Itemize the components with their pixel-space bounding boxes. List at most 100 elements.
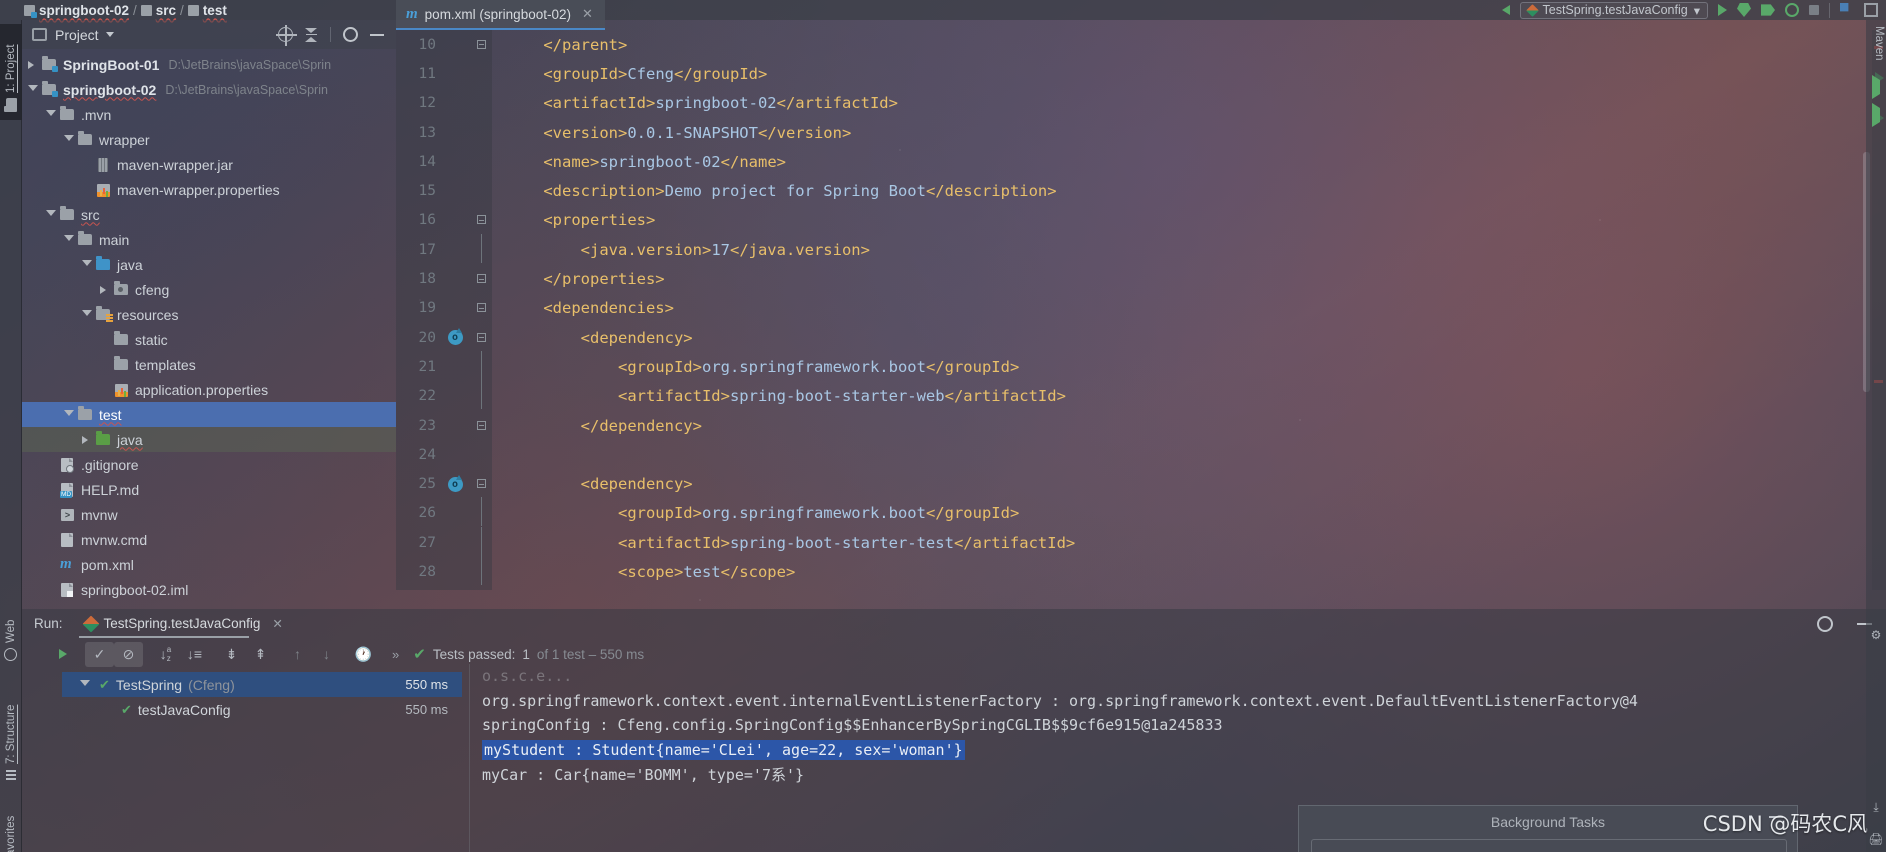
tree-node-springboot-02[interactable]: springboot-02 D:\JetBrains\javaSpace\Spri… bbox=[22, 77, 396, 102]
fold-marker[interactable] bbox=[470, 380, 492, 412]
background-tasks-field[interactable] bbox=[1311, 839, 1787, 852]
code-line[interactable]: 14 <name>springboot-02</name> bbox=[396, 147, 1886, 176]
chevron-down-icon[interactable] bbox=[46, 109, 59, 120]
code-line[interactable]: 24 bbox=[396, 440, 1886, 469]
fold-marker[interactable] bbox=[470, 526, 492, 559]
code-line[interactable]: 19 <dependencies> bbox=[396, 294, 1886, 323]
fold-marker[interactable] bbox=[470, 272, 492, 286]
fold-marker[interactable] bbox=[470, 497, 492, 529]
chevron-down-icon[interactable] bbox=[64, 409, 77, 420]
close-icon[interactable]: ✕ bbox=[582, 6, 593, 22]
history-icon[interactable]: 🕐 bbox=[349, 642, 378, 667]
collapse-all-icon[interactable]: ⇞ bbox=[246, 642, 275, 667]
run-tab[interactable]: TestSpring.testJavaConfig ✕ bbox=[77, 615, 291, 638]
code-line[interactable]: 13 <version>0.0.1-SNAPSHOT</version> bbox=[396, 118, 1886, 147]
fold-marker[interactable] bbox=[470, 477, 492, 491]
editor-tab-pom-xml[interactable]: m pom.xml (springboot-02) ✕ bbox=[396, 0, 605, 30]
test-results-tree[interactable]: ✔ TestSpring (Cfeng) 550 ms ✔ testJavaConfig 5… bbox=[62, 672, 462, 852]
sidebar-item-project[interactable]: 1: Project bbox=[0, 24, 22, 120]
sidebar-item-structure[interactable]: 7: Structure bbox=[0, 680, 22, 784]
tree-node-resources[interactable]: resources bbox=[22, 302, 396, 327]
chevron-down-icon[interactable] bbox=[80, 679, 93, 690]
code-line[interactable]: 18 </properties> bbox=[396, 264, 1886, 293]
collapse-all-icon[interactable] bbox=[305, 27, 318, 42]
code-line[interactable]: 22 <artifactId>spring-boot-starter-web</… bbox=[396, 380, 1886, 412]
sort-duration-icon[interactable]: ↓≡ bbox=[180, 642, 209, 667]
tree-node-help-md[interactable]: MD HELP.md bbox=[22, 477, 396, 502]
tree-node-cfeng[interactable]: cfeng bbox=[22, 277, 396, 302]
tree-node-external-libraries[interactable]: External Libraries bbox=[22, 602, 396, 609]
tree-node-maven-wrapper-properties[interactable]: maven-wrapper.properties bbox=[22, 177, 396, 202]
breadcrumb-item-0[interactable]: springboot-02 bbox=[39, 3, 129, 18]
run-icon[interactable] bbox=[1868, 75, 1884, 99]
gear-icon[interactable] bbox=[343, 27, 358, 42]
code-line[interactable]: 10 </parent> bbox=[396, 30, 1886, 59]
tree-node-pom-xml[interactable]: m pom.xml bbox=[22, 552, 396, 577]
chevron-down-icon[interactable] bbox=[82, 259, 95, 270]
test-row[interactable]: ✔ TestSpring (Cfeng) 550 ms bbox=[62, 672, 462, 697]
chevron-down-icon[interactable] bbox=[105, 32, 114, 37]
chevron-down-icon[interactable] bbox=[64, 134, 77, 145]
code-line[interactable]: 25 o <dependency> bbox=[396, 469, 1886, 498]
breadcrumb-item-1[interactable]: src bbox=[156, 3, 176, 18]
tree-node-mvnw-cmd[interactable]: mvnw.cmd bbox=[22, 527, 396, 552]
tree-node-springboot-02-iml[interactable]: springboot-02.iml bbox=[22, 577, 396, 602]
tree-node-mvn[interactable]: .mvn bbox=[22, 102, 396, 127]
rerun-icon[interactable] bbox=[48, 642, 77, 667]
tree-node-application-properties[interactable]: application.properties bbox=[22, 377, 396, 402]
project-tree[interactable]: SpringBoot-01 D:\JetBrains\javaSpace\Spri… bbox=[22, 49, 396, 609]
code-line[interactable]: 20 o <dependency> bbox=[396, 323, 1886, 352]
chevron-down-icon[interactable] bbox=[82, 309, 95, 320]
chevron-right-icon[interactable] bbox=[100, 285, 113, 294]
code-line[interactable]: 26 <groupId>org.springframework.boot</gr… bbox=[396, 497, 1886, 529]
chevron-down-icon[interactable] bbox=[64, 234, 77, 245]
tree-node-java[interactable]: java bbox=[22, 427, 396, 452]
code-line[interactable]: 11 <groupId>Cfeng</groupId> bbox=[396, 59, 1886, 88]
tree-node-maven-wrapper-jar[interactable]: maven-wrapper.jar bbox=[22, 152, 396, 177]
code-line[interactable]: 17 <java.version>17</java.version> bbox=[396, 233, 1886, 266]
code-line[interactable]: 27 <artifactId>spring-boot-starter-test<… bbox=[396, 526, 1886, 559]
fold-marker[interactable] bbox=[470, 38, 492, 52]
fold-marker[interactable] bbox=[470, 350, 492, 383]
sidebar-item-web[interactable]: Web bbox=[0, 610, 22, 666]
code-line[interactable]: 15 <description>Demo project for Spring … bbox=[396, 176, 1886, 205]
prev-failed-icon[interactable]: ↑ bbox=[283, 642, 312, 667]
tree-node-springboot-01[interactable]: SpringBoot-01 D:\JetBrains\javaSpace\Spri… bbox=[22, 52, 396, 77]
minimize-icon[interactable] bbox=[370, 33, 384, 36]
fold-marker[interactable] bbox=[470, 233, 492, 266]
code-line[interactable]: 28 <scope>test</scope> bbox=[396, 556, 1886, 588]
more-icon[interactable]: » bbox=[392, 647, 399, 662]
locate-icon[interactable] bbox=[276, 25, 297, 46]
sidebar-item-favorites[interactable]: Favorites bbox=[0, 798, 22, 852]
chevron-right-icon[interactable] bbox=[82, 435, 95, 444]
spring-bean-icon[interactable]: o bbox=[440, 328, 470, 346]
hide-ignored-icon[interactable]: ⊘ bbox=[114, 641, 143, 667]
chevron-right-icon[interactable] bbox=[28, 60, 41, 69]
fold-marker[interactable] bbox=[470, 556, 492, 588]
tree-node-test[interactable]: test bbox=[22, 402, 396, 427]
code-line[interactable]: 23 </dependency> bbox=[396, 411, 1886, 440]
tree-node-wrapper[interactable]: wrapper bbox=[22, 127, 396, 152]
tree-node-src[interactable]: src bbox=[22, 202, 396, 227]
breadcrumb-item-2[interactable]: test bbox=[203, 3, 227, 18]
show-passed-icon[interactable]: ✓ bbox=[85, 641, 114, 667]
tree-node-main[interactable]: main bbox=[22, 227, 396, 252]
sort-alphabetically-icon[interactable]: ↓ a z bbox=[151, 642, 180, 667]
fold-marker[interactable] bbox=[470, 301, 492, 315]
tree-node-templates[interactable]: templates bbox=[22, 352, 396, 377]
close-icon[interactable]: ✕ bbox=[272, 616, 282, 631]
code-editor[interactable]: 10 </parent> 11 <groupId>Cfeng</groupId> 1… bbox=[396, 30, 1886, 590]
run-icon[interactable] bbox=[1868, 103, 1884, 127]
chevron-down-icon[interactable] bbox=[46, 209, 59, 220]
fold-marker[interactable] bbox=[470, 419, 492, 433]
expand-all-icon[interactable]: ⇟ bbox=[217, 642, 246, 667]
test-row[interactable]: ✔ testJavaConfig 550 ms bbox=[62, 697, 462, 722]
chevron-down-icon[interactable] bbox=[28, 84, 41, 95]
tree-node-mvnw[interactable]: > mvnw bbox=[22, 502, 396, 527]
code-line[interactable]: 21 <groupId>org.springframework.boot</gr… bbox=[396, 350, 1886, 383]
code-line[interactable]: 12 <artifactId>springboot-02</artifactId… bbox=[396, 89, 1886, 118]
export-icon[interactable]: ⤓ bbox=[1868, 800, 1884, 816]
settings-icon[interactable] bbox=[1817, 615, 1833, 632]
settings-icon[interactable]: ⚙ bbox=[1868, 628, 1884, 644]
spring-bean-icon[interactable]: o bbox=[440, 474, 470, 492]
